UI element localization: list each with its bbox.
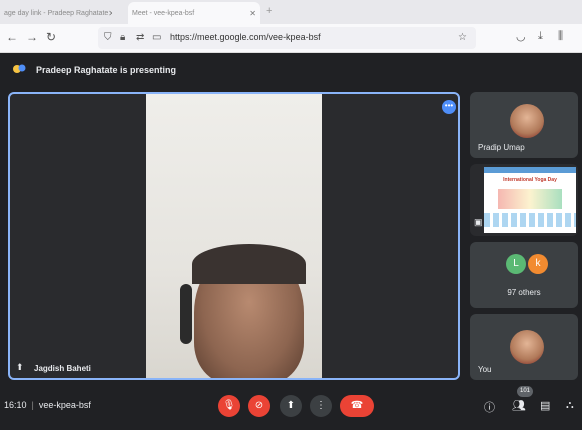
speaker-hair <box>192 244 306 284</box>
mic-off-button[interactable]: 🎙︎ <box>218 395 240 417</box>
address-bar[interactable]: ⛉ 🔒︎ ⇄ ▭ https://meet.google.com/vee-kpe… <box>98 27 476 49</box>
close-tab-icon[interactable]: ✕ <box>108 9 112 18</box>
presentation-thumbnail: International Yoga Day <box>484 167 576 233</box>
speaker-video <box>146 94 322 378</box>
present-button[interactable]: ⬆ <box>280 395 302 417</box>
presenting-banner: Pradeep Raghatate is presenting <box>0 58 582 84</box>
mini-avatar: k <box>528 254 548 274</box>
mini-avatar: L <box>506 254 526 274</box>
back-icon[interactable]: ← <box>6 30 18 44</box>
new-tab-icon[interactable]: + <box>266 5 272 17</box>
divider: | <box>29 400 37 410</box>
presenter-avatar-icon <box>13 64 26 73</box>
participant-tile[interactable]: Pradip Umap <box>470 92 578 158</box>
more-options-icon[interactable]: ••• <box>442 100 456 114</box>
info-icon[interactable]: ⓘ <box>484 399 495 415</box>
more-options-button[interactable]: ⋮ <box>310 395 332 417</box>
library-icon[interactable]: ⫼ <box>558 30 563 43</box>
thumb-photos <box>484 213 576 227</box>
pin-icon[interactable]: ⬆ <box>16 362 24 373</box>
participant-name: Pradip Umap <box>478 143 525 152</box>
meeting-time: 16:10 | vee-kpea-bsf <box>4 400 91 410</box>
others-tile[interactable]: L k 97 others <box>470 242 578 308</box>
present-screen-icon: ▣ <box>474 217 483 227</box>
phone-hangup-icon: ☎ <box>350 400 364 411</box>
presentation-tile[interactable]: International Yoga Day ▣ <box>470 164 578 236</box>
people-icon[interactable]: 👥︎ <box>512 399 526 412</box>
browser-toolbar: ← → ↻ ⛉ 🔒︎ ⇄ ▭ https://meet.google.com/v… <box>0 24 582 53</box>
camera-off-button[interactable]: ⊘ <box>248 395 270 417</box>
presentation-title: International Yoga Day <box>503 177 557 183</box>
thumb-banner <box>498 189 562 209</box>
lock-icon[interactable]: 🔒︎ <box>120 32 125 43</box>
browser-tab-active[interactable]: Meet - vee-kpea-bsf ✕ <box>128 2 260 24</box>
main-video-tile[interactable]: ••• ⬆ Jagdish Baheti <box>8 92 460 380</box>
shield-icon[interactable]: ⛉ <box>104 32 112 43</box>
participant-avatar <box>510 104 544 138</box>
mic-off-icon: 🎙︎ <box>222 400 236 411</box>
self-name: You <box>478 365 492 374</box>
tab-title: Meet - vee-kpea-bsf <box>132 9 195 17</box>
camera-permission-icon[interactable]: ▭ <box>152 32 161 43</box>
download-icon[interactable]: ⤓ <box>538 30 543 43</box>
tab-title: age day link - Pradeep Raghatate <box>4 9 109 17</box>
others-count: 97 others <box>507 288 541 297</box>
self-avatar <box>510 330 544 364</box>
bookmark-star-icon[interactable]: ☆ <box>458 32 467 43</box>
pocket-icon[interactable]: ◡ <box>516 30 526 43</box>
browser-tab[interactable]: age day link - Pradeep Raghatate ✕ <box>4 2 112 24</box>
headset-shape <box>180 284 192 344</box>
chat-icon[interactable]: ▤ <box>540 399 550 412</box>
meeting-code: vee-kpea-bsf <box>38 400 91 410</box>
camera-off-icon: ⊘ <box>254 400 264 411</box>
browser-tab-bar: age day link - Pradeep Raghatate ✕ Meet … <box>0 0 582 24</box>
time-text: 16:10 <box>4 400 27 410</box>
thumb-header <box>484 167 576 173</box>
permissions-icon[interactable]: ⇄ <box>136 32 144 43</box>
self-tile[interactable]: You <box>470 314 578 380</box>
forward-icon[interactable]: → <box>26 30 38 44</box>
present-icon: ⬆ <box>286 400 296 411</box>
close-tab-icon[interactable]: ✕ <box>249 9 256 18</box>
reload-icon[interactable]: ↻ <box>46 30 56 44</box>
people-count-badge: 101 <box>517 386 533 397</box>
presenting-text: Pradeep Raghatate is presenting <box>36 65 177 75</box>
more-vert-icon: ⋮ <box>316 400 326 411</box>
speaker-name: Jagdish Baheti <box>34 364 91 373</box>
activities-icon[interactable]: ⛬ <box>566 399 574 412</box>
meeting-controls: 16:10 | vee-kpea-bsf 🎙︎ ⊘ ⬆ ⋮ ☎ ⓘ 👥︎ 101… <box>0 386 582 430</box>
leave-call-button[interactable]: ☎ <box>340 395 374 417</box>
url-text[interactable]: https://meet.google.com/vee-kpea-bsf <box>170 32 321 42</box>
